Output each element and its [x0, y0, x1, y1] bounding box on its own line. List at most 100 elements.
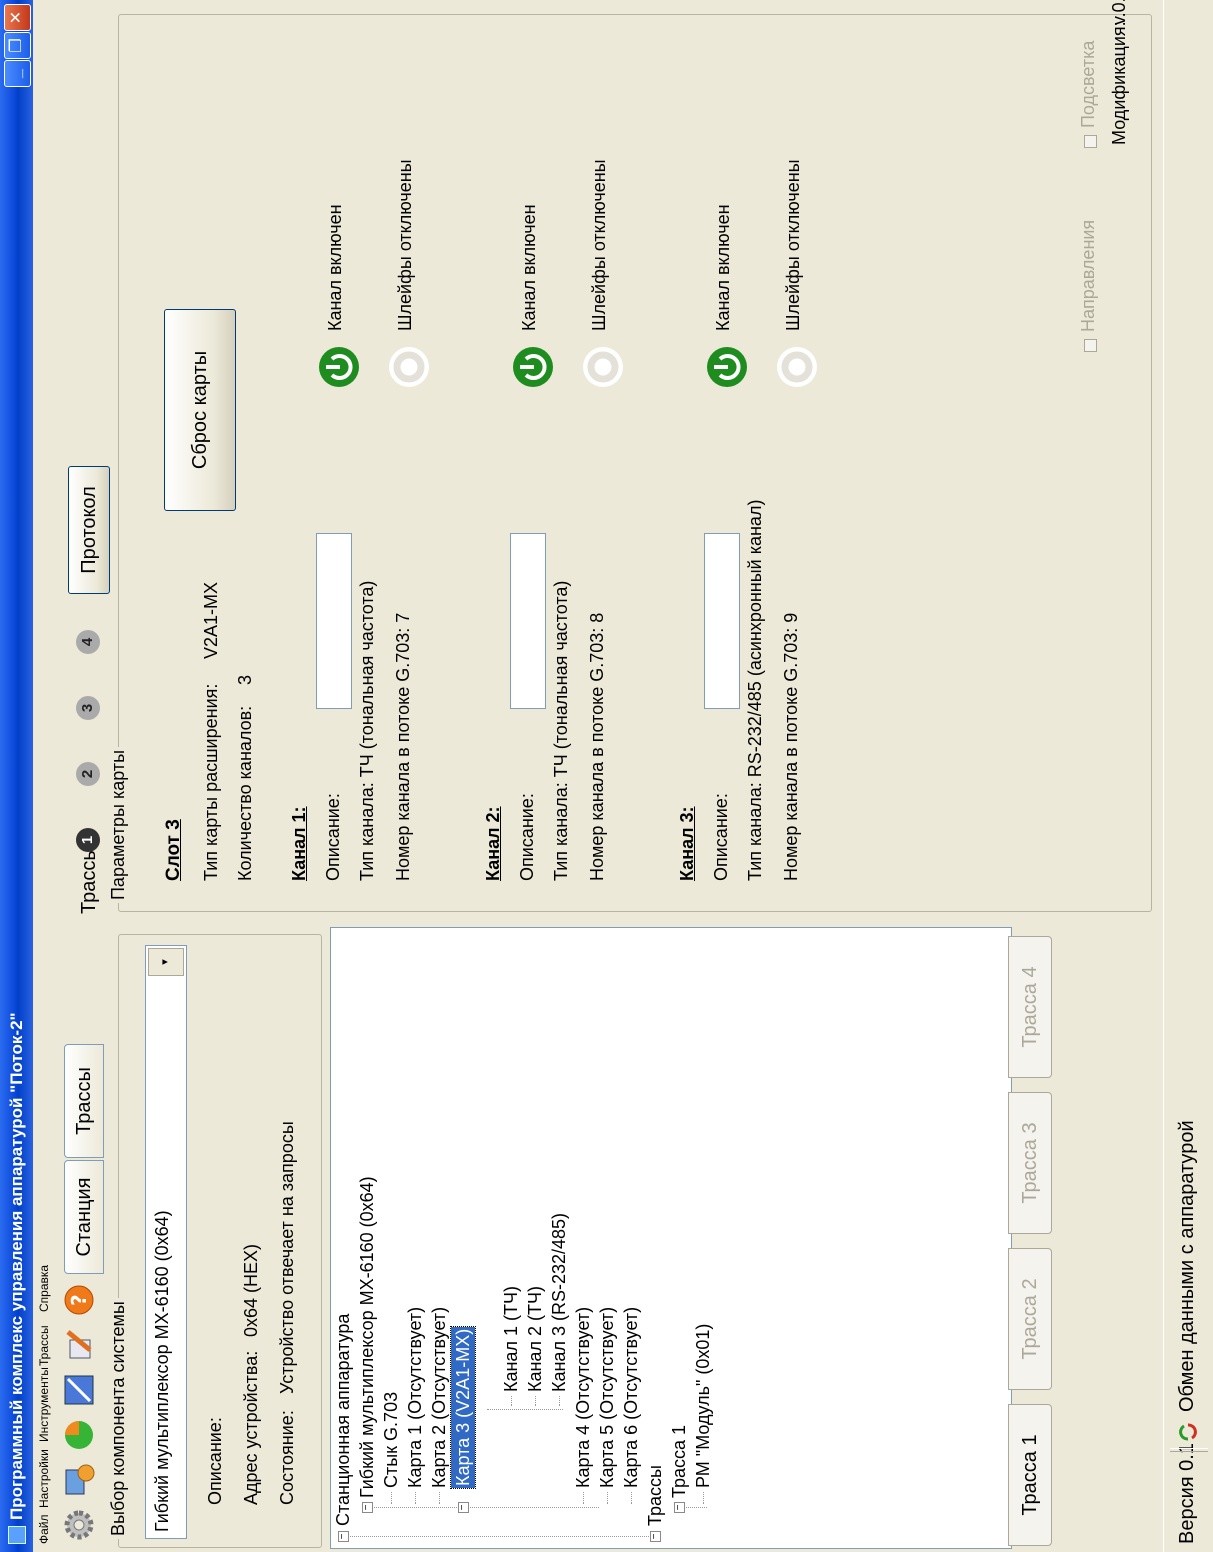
channel1-number: Номер канала в потоке G.703: 7: [393, 612, 413, 881]
menu-help[interactable]: Справка: [37, 1265, 51, 1312]
card-params-group: Параметры карты Слот 3 Тип карты расшире…: [108, 0, 1152, 912]
tree-node-tracks[interactable]: Трассы: [643, 1465, 667, 1526]
tree-node-card3[interactable]: Карта 3 (V2A1-MX): [450, 1320, 476, 1495]
tree-expand-toggle[interactable]: −: [457, 1502, 469, 1513]
track-number-2[interactable]: 2: [76, 762, 100, 786]
maximize-button[interactable]: ❐: [4, 32, 31, 59]
tree-node-card5[interactable]: Карта 5 (Отсутствует): [595, 1307, 619, 1488]
menu-file[interactable]: Файл: [37, 1514, 51, 1544]
loop-icon[interactable]: [775, 345, 819, 389]
channel1-title: Канал 1:: [289, 806, 309, 881]
modification-label: Модификация:: [1109, 21, 1129, 145]
tree-expand-toggle[interactable]: −: [649, 1531, 661, 1542]
address-label: Адрес устройства:: [241, 1350, 261, 1505]
menu-bar: Файл Настройки Инструменты Трассы Справк…: [33, 0, 55, 1552]
channel3-desc-input[interactable]: [704, 533, 740, 709]
menu-tools[interactable]: Инструменты: [37, 1367, 51, 1442]
component-group: Выбор компонента системы Гибкий мультипл…: [108, 934, 322, 1548]
channel-count-value: 3: [235, 674, 255, 685]
tree-expand-toggle[interactable]: −: [361, 1502, 373, 1513]
tree-expand-toggle[interactable]: −: [337, 1531, 349, 1542]
channel1-desc-label: Описание:: [323, 793, 343, 881]
svg-text:?: ?: [67, 1294, 91, 1306]
channel1-desc-input[interactable]: [316, 533, 352, 709]
app-icon: [8, 1526, 26, 1544]
card-params-label: Параметры карты: [108, 746, 129, 903]
component-group-label: Выбор компонента системы: [108, 1298, 129, 1539]
chevron-down-icon[interactable]: ▾: [148, 948, 184, 976]
channel2-loops: Шлейфы отключены: [589, 159, 609, 331]
tree-expand-toggle[interactable]: −: [673, 1502, 685, 1513]
component-select[interactable]: Гибкий мультиплексор МХ-6160 (0x64) ▾: [145, 945, 187, 1539]
version-text: Версия 0.1: [1176, 1443, 1198, 1544]
state-label: Состояние:: [277, 1410, 297, 1505]
minimize-button[interactable]: _: [4, 60, 31, 87]
track-tab-4[interactable]: Трасса 4: [1008, 936, 1052, 1078]
exchange-text: Обмен данными с аппаратурой: [1176, 1120, 1198, 1412]
tree-node-g703[interactable]: Стык G.703: [379, 1392, 403, 1488]
track-number-1[interactable]: 1: [76, 828, 100, 852]
channel1-loops: Шлейфы отключены: [395, 159, 415, 331]
close-button[interactable]: ✕: [4, 4, 31, 31]
tools-icon[interactable]: [62, 1463, 96, 1497]
card-type-label: Тип карты расширения:: [201, 683, 221, 881]
tree-node-card4[interactable]: Карта 4 (Отсутствует): [571, 1307, 595, 1488]
channel1-type: Тип канала: ТЧ (тональная частота): [357, 580, 377, 881]
tree-node-channel2[interactable]: Канал 2 (ТЧ): [523, 1286, 547, 1392]
protocol-button[interactable]: Протокол: [68, 466, 110, 594]
tree-node-channel3[interactable]: Канал 3 (RS-232/485): [547, 1213, 571, 1392]
channel2-number: Номер канала в потоке G.703: 8: [587, 612, 607, 881]
tree-node-channel1[interactable]: Канал 1 (ТЧ): [499, 1286, 523, 1392]
track-number-4[interactable]: 4: [76, 630, 100, 654]
scan-icon[interactable]: [62, 1373, 96, 1407]
slot-title: Слот 3: [163, 819, 184, 881]
modification-value: v.0.2: [1109, 0, 1129, 25]
power-on-icon[interactable]: [705, 345, 749, 389]
channel2-enabled: Канал включен: [519, 204, 539, 331]
tab-station[interactable]: Станция: [64, 1160, 104, 1274]
component-tree[interactable]: − Станционная аппаратура − Гибкий мульти…: [330, 927, 1012, 1549]
channel2-type: Тип канала: ТЧ (тональная частота): [551, 580, 571, 881]
pie-chart-icon[interactable]: [62, 1418, 96, 1452]
power-on-icon[interactable]: [317, 345, 361, 389]
track-tab-3[interactable]: Трасса 3: [1008, 1092, 1052, 1234]
menu-settings[interactable]: Настройки: [37, 1449, 51, 1508]
component-select-value: Гибкий мультиплексор МХ-6160 (0x64): [152, 1210, 172, 1532]
description-label: Описание:: [205, 1417, 225, 1505]
menu-tracks[interactable]: Трассы: [37, 1325, 51, 1366]
channel3-enabled: Канал включен: [713, 204, 733, 331]
card-type-value: V2A1-MX: [201, 581, 221, 659]
wrench-icon[interactable]: [62, 1328, 96, 1362]
channel2-title: Канал 2:: [483, 806, 503, 881]
sync-icon: [1179, 1423, 1197, 1441]
reset-card-button[interactable]: Сброс карты: [164, 309, 236, 511]
tree-node-card6[interactable]: Карта 6 (Отсутствует): [619, 1307, 643, 1488]
channel3-desc-label: Описание:: [711, 793, 731, 881]
channel3-loops: Шлейфы отключены: [783, 159, 803, 331]
loop-icon[interactable]: [581, 345, 625, 389]
tree-node-mux[interactable]: Гибкий мультиплексор МХ-6160 (0x64): [355, 1176, 379, 1498]
status-bar: Версия 0.1 Обмен данными с аппаратурой: [1163, 0, 1213, 1552]
power-on-icon[interactable]: [511, 345, 555, 389]
channel3-type: Тип канала: RS-232/485 (асинхронный кана…: [745, 499, 765, 881]
address-value: 0x64 (HEX): [241, 1243, 261, 1337]
window-title: Программный комплекс управления аппарату…: [7, 1012, 26, 1520]
gear-icon[interactable]: [62, 1508, 96, 1542]
channel2-desc-input[interactable]: [510, 533, 546, 709]
help-icon[interactable]: ?: [62, 1283, 96, 1317]
tree-node-card2[interactable]: Карта 2 (Отсутствует): [427, 1307, 451, 1488]
tree-node-track1[interactable]: Трасса 1: [667, 1425, 691, 1498]
tree-node-station[interactable]: Станционная аппаратура: [331, 1314, 355, 1526]
tree-node-card1[interactable]: Карта 1 (Отсутствует): [403, 1307, 427, 1488]
loop-icon[interactable]: [387, 345, 431, 389]
state-value: Устройство отвечает на запросы: [277, 1121, 297, 1394]
track-tab-2[interactable]: Трасса 2: [1008, 1248, 1052, 1390]
title-bar: Программный комплекс управления аппарату…: [0, 0, 33, 1552]
channel-count-label: Количество каналов:: [235, 705, 255, 881]
tree-node-rm[interactable]: РМ "Модуль" (0x01): [691, 1324, 715, 1488]
app-window: Программный комплекс управления аппарату…: [0, 0, 1213, 1552]
track-tab-1[interactable]: Трасса 1: [1008, 1404, 1052, 1546]
tab-tracks[interactable]: Трассы: [64, 1044, 104, 1158]
channel3-number: Номер канала в потоке G.703: 9: [781, 612, 801, 881]
track-number-3[interactable]: 3: [76, 696, 100, 720]
